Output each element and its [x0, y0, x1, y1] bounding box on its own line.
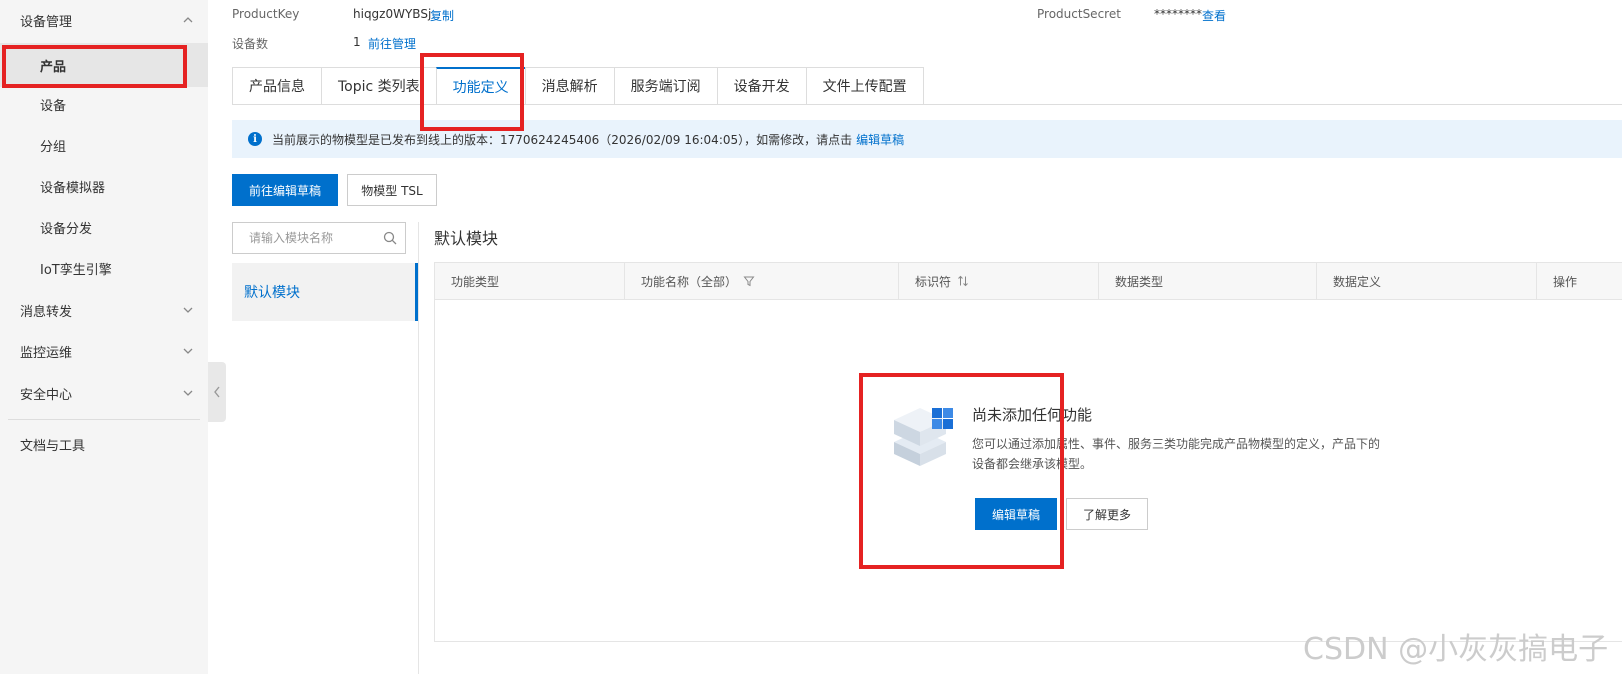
sidebar-group-label: 安全中心	[20, 387, 73, 403]
module-title: 默认模块	[434, 229, 499, 248]
sidebar-item-label: 设备模拟器	[40, 180, 106, 196]
chevron-down-icon	[183, 348, 193, 354]
device-count-label: 设备数	[232, 37, 269, 51]
column-label: 功能名称（全部）	[641, 274, 738, 289]
chevron-down-icon	[183, 307, 193, 313]
sidebar-group-device-management[interactable]: 设备管理	[0, 0, 208, 40]
info-icon: i	[248, 132, 262, 146]
sidebar-group-security-center[interactable]: 安全中心	[0, 373, 208, 413]
product-key-label: ProductKey	[232, 7, 300, 21]
tab-device-development[interactable]: 设备开发	[716, 67, 806, 105]
sidebar: 设备管理 产品 设备 分组 设备模拟器 设备分发 IoT孪生引擎 消息转发 监控…	[0, 0, 208, 674]
tab-function-definition[interactable]: 功能定义	[435, 67, 525, 105]
view-product-secret-link[interactable]: 查看	[1202, 7, 1226, 24]
module-panel-divider	[418, 222, 419, 674]
column-label: 标识符	[915, 274, 952, 289]
watermark: CSDN @小灰灰搞电子	[1303, 632, 1609, 667]
chevron-up-icon	[183, 17, 193, 23]
sidebar-group-docs-tools[interactable]: 文档与工具	[0, 424, 208, 464]
tab-product-info[interactable]: 产品信息	[232, 67, 321, 105]
sidebar-group-monitoring[interactable]: 监控运维	[0, 331, 208, 371]
copy-product-key-link[interactable]: 复制	[430, 7, 454, 24]
sidebar-group-label: 设备管理	[20, 14, 73, 30]
learn-more-button[interactable]: 了解更多	[1066, 498, 1148, 530]
column-data-definition: 数据定义	[1317, 263, 1537, 299]
edit-draft-link[interactable]: 编辑草稿	[856, 131, 904, 148]
tab-message-parsing[interactable]: 消息解析	[524, 67, 614, 105]
notice-text: 当前展示的物模型是已发布到线上的版本：1770624245406（2026/02…	[272, 132, 853, 147]
device-count-value: 1	[353, 35, 361, 49]
product-secret-value: ********	[1154, 7, 1202, 21]
tabs-divider	[232, 104, 1622, 105]
tsl-button[interactable]: 物模型 TSL	[347, 174, 437, 206]
empty-state-title: 尚未添加任何功能	[972, 406, 1093, 424]
sidebar-collapse-handle[interactable]	[208, 362, 226, 422]
empty-state-description: 您可以通过添加属性、事件、服务三类功能完成产品物模型的定义，产品下的设备都会继承…	[972, 437, 1381, 471]
edit-draft-button[interactable]: 编辑草稿	[975, 498, 1057, 530]
column-label: 数据定义	[1333, 274, 1382, 289]
sidebar-item-product[interactable]: 产品	[0, 43, 208, 87]
product-key-value: hiqgz0WYBSj	[353, 7, 432, 21]
sidebar-item-label: 设备	[40, 98, 67, 114]
tab-topic-list[interactable]: Topic 类列表	[321, 67, 436, 105]
column-identifier[interactable]: 标识符	[899, 263, 1099, 299]
version-notice: i 当前展示的物模型是已发布到线上的版本：1770624245406（2026/…	[232, 120, 1622, 158]
sidebar-group-label: 监控运维	[20, 345, 73, 361]
product-tabs: 产品信息 Topic 类列表 功能定义 消息解析 服务端订阅 设备开发 文件上传…	[232, 67, 924, 105]
goto-edit-draft-button[interactable]: 前往编辑草稿	[232, 174, 338, 206]
sidebar-item-label: IoT孪生引擎	[40, 262, 112, 278]
sidebar-item-label: 产品	[40, 59, 67, 75]
search-icon[interactable]	[383, 231, 397, 245]
column-label: 功能类型	[451, 274, 500, 289]
sidebar-item-device[interactable]: 设备	[0, 84, 208, 124]
chevron-left-icon	[214, 386, 220, 398]
sidebar-divider	[8, 419, 200, 420]
column-function-name[interactable]: 功能名称（全部）	[625, 263, 899, 299]
column-label: 数据类型	[1115, 274, 1164, 289]
sidebar-item-label: 设备分发	[40, 221, 93, 237]
manage-devices-link[interactable]: 前往管理	[368, 35, 416, 52]
sidebar-item-iot-twin-engine[interactable]: IoT孪生引擎	[0, 248, 208, 288]
module-search-input[interactable]	[233, 223, 373, 253]
sidebar-item-group[interactable]: 分组	[0, 125, 208, 165]
filter-icon[interactable]	[743, 275, 755, 287]
chevron-down-icon	[183, 390, 193, 396]
sidebar-item-device-simulator[interactable]: 设备模拟器	[0, 166, 208, 206]
column-function-type: 功能类型	[435, 263, 625, 299]
column-actions: 操作	[1537, 263, 1622, 299]
sidebar-item-device-distribution[interactable]: 设备分发	[0, 207, 208, 247]
sort-icon[interactable]	[957, 275, 969, 287]
product-secret-label: ProductSecret	[1037, 7, 1121, 21]
sidebar-group-label: 消息转发	[20, 304, 73, 320]
module-item-default[interactable]: 默认模块	[232, 263, 418, 321]
module-search	[232, 222, 406, 254]
tab-server-subscription[interactable]: 服务端订阅	[613, 67, 717, 105]
empty-cube-illustration	[894, 408, 953, 466]
column-data-type: 数据类型	[1099, 263, 1317, 299]
table-header: 功能类型 功能名称（全部） 标识符 数据类型 数据定义 操作	[435, 263, 1622, 300]
tab-file-upload-config[interactable]: 文件上传配置	[805, 67, 924, 105]
sidebar-item-label: 分组	[40, 139, 67, 155]
column-label: 操作	[1553, 274, 1578, 289]
sidebar-group-label: 文档与工具	[20, 438, 86, 454]
sidebar-group-message-forwarding[interactable]: 消息转发	[0, 290, 208, 330]
